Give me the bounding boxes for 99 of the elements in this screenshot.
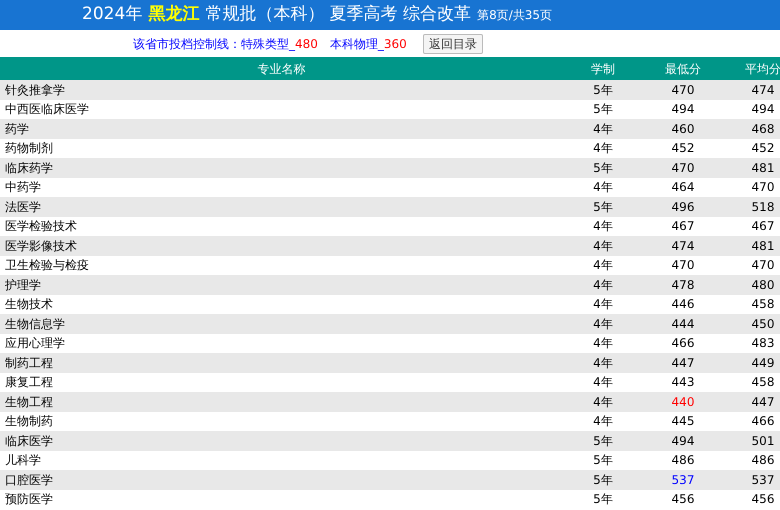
years-cell-text: 4年 [593, 276, 613, 294]
column-header: 最低分 [665, 60, 701, 78]
avg-score: 518 [752, 198, 774, 216]
years-cell-text: 4年 [593, 296, 613, 314]
avg-score: 447 [752, 394, 774, 411]
avg-score: 466 [752, 413, 774, 430]
avg-score: 458 [752, 374, 774, 392]
major-name: 药学 [5, 122, 29, 136]
avg-score: 480 [752, 276, 774, 294]
avg-score: 467 [752, 218, 774, 236]
major-name: 药物制剂 [5, 141, 53, 156]
years-cell-text: 4年 [593, 394, 613, 411]
avg-score: 494 [752, 101, 774, 118]
years-cell-text: 5年 [593, 432, 613, 450]
major-name: 生物工程 [5, 394, 53, 409]
years-cell-text: 4年 [593, 238, 613, 255]
major-name: 口腔医学 [5, 472, 53, 487]
title-year: 2024年 [82, 3, 142, 26]
major-name: 制药工程 [5, 356, 53, 370]
min-score: 440 [672, 394, 694, 411]
min-score: 537 [672, 472, 694, 489]
min-score: 494 [672, 101, 694, 118]
back-button[interactable]: 返回目录 [422, 34, 483, 54]
major-name: 生物制药 [5, 414, 53, 428]
major-name: 护理学 [5, 278, 41, 292]
years-cell-text: 5年 [593, 101, 613, 118]
years-cell-text: 4年 [593, 257, 613, 274]
years-cell-text: 4年 [593, 354, 613, 372]
column-header: 学制 [591, 60, 615, 78]
avg-score: 481 [752, 160, 774, 177]
page-indicator: 第8页/共35页 [477, 7, 552, 24]
avg-score: 458 [752, 296, 774, 314]
years-cell-text: 5年 [593, 452, 613, 470]
avg-score: 468 [752, 120, 774, 138]
min-score: 474 [672, 238, 694, 255]
major-name: 儿科学 [5, 453, 41, 468]
major-name: 医学检验技术 [5, 219, 77, 234]
years-cell-text: 4年 [593, 413, 613, 430]
major-name: 生物技术 [5, 297, 53, 312]
major-name: 中药学 [5, 180, 41, 194]
avg-score: 456 [752, 491, 774, 508]
min-score: 467 [672, 218, 694, 236]
years-cell-text: 5年 [593, 491, 613, 508]
min-score: 470 [672, 82, 694, 99]
years-cell-text: 5年 [593, 160, 613, 177]
control-line-value: 本科物理_360 [330, 36, 407, 52]
column-header: 专业名称 [258, 60, 306, 78]
years-cell-text: 5年 [593, 472, 613, 489]
avg-score: 474 [752, 82, 774, 99]
avg-score: 470 [752, 257, 774, 274]
min-score: 486 [672, 452, 694, 470]
major-name: 预防医学 [5, 492, 53, 506]
years-cell-text: 4年 [593, 120, 613, 138]
years-cell-text: 5年 [593, 198, 613, 216]
title-province: 黑龙江 [148, 3, 200, 26]
avg-score: 486 [752, 452, 774, 470]
years-cell-text: 4年 [593, 374, 613, 392]
years-cell-text: 4年 [593, 140, 613, 158]
years-cell-text: 5年 [593, 82, 613, 99]
major-name: 临床医学 [5, 434, 53, 448]
min-score: 496 [672, 198, 694, 216]
min-score: 466 [672, 335, 694, 352]
min-score: 478 [672, 276, 694, 294]
avg-score: 470 [752, 179, 774, 196]
avg-score: 481 [752, 238, 774, 255]
min-score: 443 [672, 374, 694, 392]
major-name: 临床药学 [5, 160, 53, 175]
avg-score: 449 [752, 354, 774, 372]
major-name: 医学影像技术 [5, 238, 77, 253]
min-score: 470 [672, 160, 694, 177]
title-text: 常规批（本科） 夏季高考 综合改革 [205, 3, 472, 26]
years-cell-text: 4年 [593, 316, 613, 333]
control-line-value: 特殊类型_480 [241, 36, 318, 52]
years-cell-text: 4年 [593, 218, 613, 236]
min-score: 446 [672, 296, 694, 314]
years-cell-text: 4年 [593, 179, 613, 196]
min-score: 447 [672, 354, 694, 372]
major-name: 康复工程 [5, 375, 53, 390]
min-score: 464 [672, 179, 694, 196]
major-name: 中西医临床医学 [5, 102, 89, 116]
avg-score: 452 [752, 140, 774, 158]
years-cell-text: 4年 [593, 335, 613, 352]
min-score: 460 [672, 120, 694, 138]
avg-score: 501 [752, 432, 774, 450]
min-score: 494 [672, 432, 694, 450]
major-name: 生物信息学 [5, 316, 65, 331]
major-name: 应用心理学 [5, 336, 65, 350]
major-name: 针灸推拿学 [5, 82, 65, 97]
min-score: 470 [672, 257, 694, 274]
major-name: 卫生检验与检疫 [5, 258, 89, 272]
avg-score: 537 [752, 472, 774, 489]
min-score: 444 [672, 316, 694, 333]
min-score: 445 [672, 413, 694, 430]
min-score: 452 [672, 140, 694, 158]
control-line-label: 该省市投档控制线： [133, 36, 241, 52]
avg-score: 450 [752, 316, 774, 333]
avg-score: 483 [752, 335, 774, 352]
major-name: 法医学 [5, 200, 41, 214]
min-score: 456 [672, 491, 694, 508]
